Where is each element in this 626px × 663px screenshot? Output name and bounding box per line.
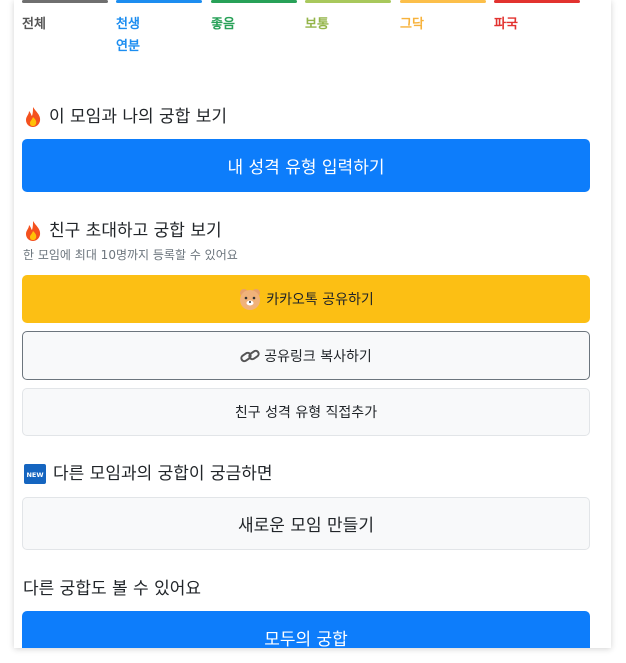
kakao-share-label: 카카오톡 공유하기 <box>266 292 374 308</box>
legend-bar <box>494 0 580 3</box>
legend-item-soulmate[interactable]: 천생 연분 <box>116 0 202 58</box>
legend-item-meh[interactable]: 그닥 <box>400 0 486 36</box>
section-title-text: 다른 모임과의 궁합이 궁금하면 <box>53 464 273 484</box>
legend-label: 그닥 <box>400 17 424 32</box>
kakao-share-button[interactable]: 카카오톡 공유하기 <box>22 275 590 323</box>
legend-bar <box>116 0 202 3</box>
create-new-group-button[interactable]: 새로운 모임 만들기 <box>22 497 590 550</box>
copy-link-button[interactable]: 공유링크 복사하기 <box>22 331 590 380</box>
legend-item-disaster[interactable]: 파국 <box>494 0 580 36</box>
everyone-compatibility-button[interactable]: 모두의 궁합 <box>22 611 590 648</box>
add-friend-manually-button[interactable]: 친구 성격 유형 직접추가 <box>22 388 590 436</box>
legend-item-normal[interactable]: 보통 <box>305 0 391 36</box>
result-card: 전체 천생 연분 좋음 보통 그닥 파국 이 모임과 나의 궁합 보기 내 성격… <box>14 0 611 648</box>
enter-personality-button[interactable]: 내 성격 유형 입력하기 <box>22 139 590 192</box>
section-title-my-match: 이 모임과 나의 궁합 보기 <box>23 105 227 129</box>
legend-label: 전체 <box>22 17 46 32</box>
legend-bar <box>400 0 486 3</box>
section-title-text: 이 모임과 나의 궁합 보기 <box>49 107 228 127</box>
legend-bar <box>211 0 297 3</box>
legend-label: 보통 <box>305 17 329 32</box>
legend-bar <box>22 0 108 3</box>
legend-label: 파국 <box>494 17 518 32</box>
legend-item-all[interactable]: 전체 <box>22 0 108 36</box>
copy-link-label: 공유링크 복사하기 <box>264 348 372 365</box>
section-title-more: 다른 궁합도 볼 수 있어요 <box>23 577 201 601</box>
legend-label: 천생 연분 <box>116 17 140 54</box>
kakao-ryan-icon <box>238 287 262 311</box>
section-title-text: 다른 궁합도 볼 수 있어요 <box>23 579 202 599</box>
section-title-other-group: NEW 다른 모임과의 궁합이 궁금하면 <box>23 462 273 486</box>
section-title-text: 친구 초대하고 궁합 보기 <box>49 221 222 241</box>
invite-subtitle: 한 모임에 최대 10명까지 등록할 수 있어요 <box>23 248 238 262</box>
legend-bar <box>305 0 391 3</box>
fire-icon <box>23 106 43 128</box>
fire-icon <box>23 220 43 242</box>
new-badge-icon: NEW <box>23 463 47 485</box>
link-icon <box>240 347 260 365</box>
section-title-invite: 친구 초대하고 궁합 보기 <box>23 219 222 243</box>
compatibility-legend: 전체 천생 연분 좋음 보통 그닥 파국 <box>14 0 611 80</box>
svg-text:NEW: NEW <box>26 471 43 479</box>
legend-item-good[interactable]: 좋음 <box>211 0 297 36</box>
legend-label: 좋음 <box>211 17 235 32</box>
